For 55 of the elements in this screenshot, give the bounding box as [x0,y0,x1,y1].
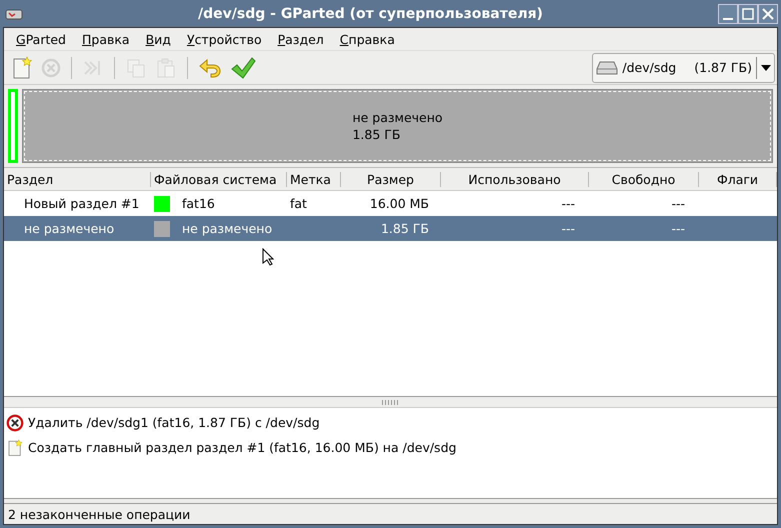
window-title: /dev/sdg - GParted (от суперпользователя) [197,6,544,22]
status-bar: 2 незаконченные операции [4,503,777,524]
device-name: /dev/sdg [622,60,676,75]
splitter-handle[interactable] [382,400,400,404]
block-size: 1.85 ГБ [352,127,400,142]
toolbar-button[interactable] [229,54,257,80]
table-cell: --- [561,221,575,236]
device-selector[interactable]: /dev/sdg (1.87 ГБ) [592,52,775,82]
table-cell: 16.00 МБ [370,196,429,211]
minimize-button[interactable] [718,4,738,24]
table-row[interactable]: Новый раздел #1 fat16 fat 16.00 МБ --- --- [4,191,777,216]
new-document-icon [11,56,33,80]
column-header[interactable]: Использовано [441,172,589,186]
operation-text: Удалить /dev/sdg1 (fat16, 1.87 ГБ) с /dev/sdg [28,415,320,430]
dropdown-arrow-icon [761,64,771,72]
partition-block[interactable] [8,89,18,163]
menu-item[interactable]: Устройство [178,32,270,46]
operation-text: Создать главный раздел раздел #1 (fat16, 16.00 МБ) на /dev/sdg [28,440,456,455]
column-header[interactable]: Свободно [589,172,699,186]
device-size: (1.87 ГБ) [694,60,752,75]
close-button[interactable] [758,4,778,24]
table-row[interactable]: не размечено не размечено 1.85 ГБ --- --- [4,216,777,241]
mouse-pointer-icon [262,248,274,266]
unallocated-block[interactable]: не размечено 1.85 ГБ [22,89,773,163]
table-cell: fat16 [182,196,215,211]
block-label: не размечено [352,110,443,125]
table-cell-text: Новый раздел #1 [23,196,140,211]
clipboard-icon [155,56,177,78]
delete-icon [41,58,61,78]
undo-icon [198,56,222,78]
table-cell: 1.85 ГБ [380,221,429,236]
table-cell: --- [561,196,575,211]
column-header[interactable]: Размер [341,172,441,186]
table-cell: fat [290,196,307,211]
checkmark-icon [230,56,256,80]
minimize-icon [723,18,733,20]
table-cell-text: не размечено [23,221,116,236]
menu-item[interactable]: Правка [74,32,138,46]
column-header[interactable]: Файловая система [151,172,287,186]
column-header[interactable]: Метка [287,172,341,186]
column-header[interactable]: Раздел [4,172,151,186]
menu-item[interactable]: GParted [8,32,74,46]
table-cell: --- [671,221,685,236]
table-cell: --- [671,196,685,211]
column-header[interactable]: Флаги [699,172,777,186]
close-icon [761,6,775,20]
table-cell: не размечено [182,221,272,236]
menu-item[interactable]: Раздел [270,32,332,46]
maximize-button[interactable] [738,4,758,24]
menu-item[interactable]: Справка [332,32,403,46]
hard-drive-icon [596,60,618,74]
new-document-icon [6,438,24,456]
menu-item[interactable]: Вид [138,32,179,46]
copy-icon [125,56,147,78]
maximize-icon [741,6,755,20]
